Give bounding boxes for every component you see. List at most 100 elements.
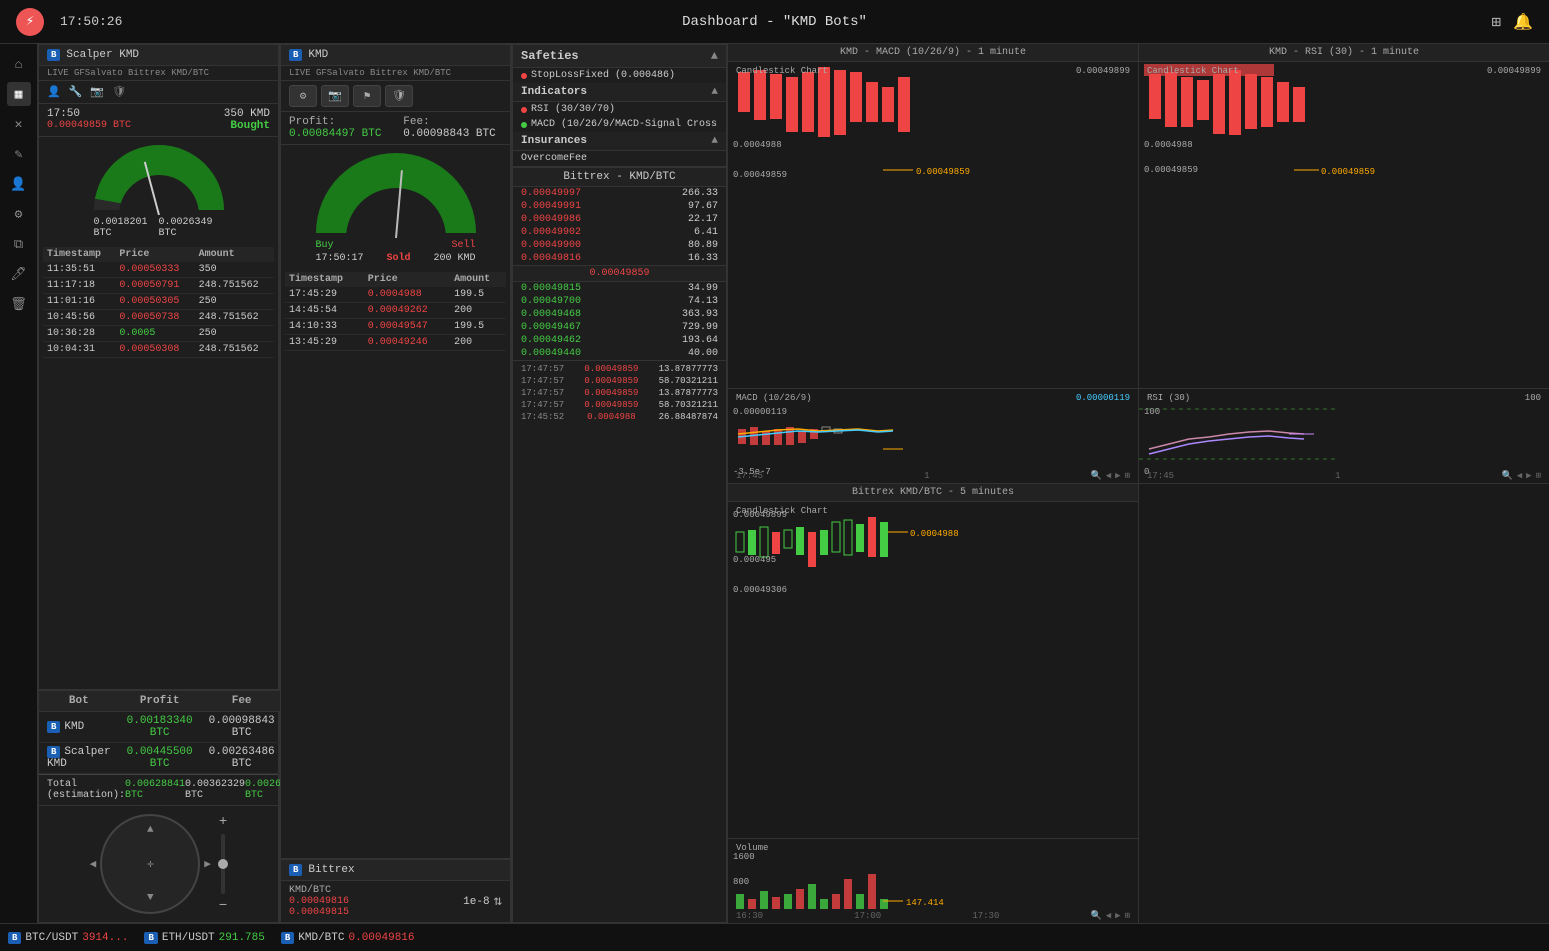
kmd-trade-amount: 200 KMD [433, 253, 475, 264]
indicators-title: Indicators [521, 86, 587, 98]
safeties-collapse-icon[interactable]: ▲ [711, 49, 718, 63]
macd-expand-icon[interactable]: ⊞ [1125, 471, 1130, 481]
gauge-left: 0.0018201 BTC [94, 217, 159, 239]
insurances-title: Insurances [521, 135, 587, 147]
list-item: 17:47:570.0004985913.87877773 [513, 387, 726, 399]
insurances-header: Insurances ▲ [513, 132, 726, 151]
safeties-panel: Safeties ▲ StopLossFixed (0.000486) Indi… [512, 44, 727, 167]
table-row: 17:45:290.0004988199.5 [285, 287, 506, 303]
insurance-item-1: OvercomeFee [513, 151, 726, 166]
notification-icon[interactable]: 🔔 [1513, 12, 1533, 32]
svg-text:0.00000119: 0.00000119 [733, 407, 787, 417]
rsi-zoom-icon[interactable]: 🔍 [1502, 471, 1513, 481]
kmd-col-timestamp: Timestamp [285, 272, 364, 287]
sidebar-icon-settings[interactable]: ⚙ [7, 202, 31, 226]
scalper-badge: B [47, 49, 60, 61]
orderbook-title: Bittrex - KMD/BTC [513, 168, 726, 187]
kmd-trade-time: 17:50:17 [316, 253, 364, 264]
macd-next-icon[interactable]: ▶ [1115, 471, 1120, 481]
toolbar-wrench-icon[interactable]: 🔧 [69, 85, 83, 99]
sidebar-icon-home[interactable]: ⌂ [7, 52, 31, 76]
nav-circle: ▲ ✛ ▼ [100, 814, 200, 914]
rsi-candle-svg: 0.0004988 0.00049859 0.00049859 [1139, 62, 1549, 388]
zoom-control: + − [219, 814, 227, 914]
macd-candle-area: Candlestick Chart 0.00049899 0 [728, 62, 1138, 388]
btc-zoom-icon[interactable]: 🔍 [1091, 911, 1102, 921]
insurances-collapse-icon[interactable]: ▲ [711, 135, 718, 147]
rsi-expand-icon[interactable]: ⊞ [1536, 471, 1541, 481]
list-item: 0.00049468363.93 [513, 308, 726, 321]
fee-value: 0.00098843 BTC [403, 128, 495, 140]
status-badge-1: B [8, 932, 21, 944]
indicator-label-2: MACD (10/26/9/MACD-Signal Cross [531, 119, 717, 130]
sidebar-icon-edit[interactable]: ✎ [7, 142, 31, 166]
list-item: 0.000499026.41 [513, 226, 726, 239]
scalper-panel: B Scalper KMD LIVE GFSalvato Bittrex KMD… [38, 44, 279, 690]
rsi-candle-label: Candlestick Chart [1147, 66, 1239, 76]
sidebar-icon-delete[interactable]: 🗑 [7, 292, 31, 316]
svg-text:0.0004988: 0.0004988 [733, 140, 782, 150]
status-kmdbtc-label: KMD/BTC [298, 932, 344, 944]
nav-up-icon[interactable]: ▲ [147, 824, 154, 836]
topbar: ⚡ 17:50:26 Dashboard - "KMD Bots" ⊞ 🔔 [0, 0, 1549, 44]
tick-icon[interactable]: ⇅ [494, 893, 502, 910]
zoom-out-icon[interactable]: − [219, 898, 227, 914]
sidebar-icon-pen[interactable]: 🖊 [7, 262, 31, 286]
table-row: 10:04:310.00050308248.751562 [43, 342, 274, 358]
indicators-collapse-icon[interactable]: ▲ [711, 86, 718, 98]
kmd-toolbar[interactable]: ⚙ 📷 ⚑ 🛡 [281, 81, 510, 112]
btc-prev-icon[interactable]: ◀ [1106, 911, 1111, 921]
safety-label-1: StopLossFixed (0.000486) [531, 70, 675, 81]
rsi-candle-area: Candlestick Chart 0.00049899 [1139, 62, 1549, 388]
indicator-dot-2 [521, 122, 527, 128]
macd-prev-icon[interactable]: ◀ [1106, 471, 1111, 481]
kmd-btn-4[interactable]: 🛡 [385, 85, 413, 107]
fee-label: Fee: [403, 116, 429, 128]
toolbar-person-icon[interactable]: 👤 [47, 85, 61, 99]
rsi-indicator-title: RSI (30) [1147, 393, 1190, 403]
zoom-in-icon[interactable]: + [219, 814, 227, 830]
btc-5min-chart: Bittrex KMD/BTC - 5 minutes Candlestick … [728, 484, 1138, 923]
nav-left-icon[interactable]: ◀ [90, 857, 97, 871]
insurance-label-1: OvercomeFee [521, 153, 587, 164]
exchange-info: KMD/BTC 0.00049816 0.00049815 1e-8 ⇅ [281, 881, 510, 922]
rsi-price-high: 0.00049899 [1487, 66, 1541, 76]
nav-center-icon[interactable]: ✛ [147, 857, 154, 871]
macd-time-labels: 17:45 1 🔍 ◀ ▶ ⊞ [728, 471, 1138, 481]
svg-text:0.000495: 0.000495 [733, 555, 776, 565]
sidebar: ⌂ ▦ ✕ ✎ 👤 ⚙ ⧉ 🖊 🗑 [0, 44, 38, 923]
macd-zoom-icon[interactable]: 🔍 [1091, 471, 1102, 481]
toolbar-shield-icon[interactable]: 🛡 [112, 85, 126, 99]
kmd-btn-3[interactable]: ⚑ [353, 85, 381, 107]
svg-text:800: 800 [733, 877, 749, 887]
sidebar-icon-person[interactable]: 👤 [7, 172, 31, 196]
zoom-slider-thumb[interactable] [218, 859, 228, 869]
rsi-indicator-area: RSI (30) 100 0 100 17:45 1 [1139, 388, 1549, 483]
btc-next-icon[interactable]: ▶ [1115, 911, 1120, 921]
safety-item-1: StopLossFixed (0.000486) [513, 68, 726, 83]
sidebar-icon-dashboard[interactable]: ▦ [7, 82, 31, 106]
scalper-header: B Scalper KMD [39, 45, 278, 66]
volume-title: Volume [736, 843, 768, 853]
rsi-next-icon[interactable]: ▶ [1526, 471, 1531, 481]
sidebar-icon-copy[interactable]: ⧉ [7, 232, 31, 256]
layout-icon[interactable]: ⊞ [1491, 12, 1501, 32]
col-timestamp: Timestamp [43, 247, 115, 262]
scalper-time: 17:50 [47, 108, 131, 120]
btc-expand-icon[interactable]: ⊞ [1125, 911, 1130, 921]
kmd-gauge-area: Buy Sell 17:50:17 Sold 200 KMD [281, 145, 510, 272]
bots-total-row: Total (estimation): 0.00628841 BTC 0.003… [39, 774, 278, 805]
list-item: 17:47:570.0004985913.87877773 [513, 363, 726, 375]
kmd-trade-status: Sold [386, 253, 410, 264]
sidebar-icon-tools[interactable]: ✕ [7, 112, 31, 136]
toolbar-camera-icon[interactable]: 📷 [90, 85, 104, 99]
kmd-btn-2[interactable]: 📷 [321, 85, 349, 107]
status-badge-3: B [281, 932, 294, 944]
rsi-prev-icon[interactable]: ◀ [1517, 471, 1522, 481]
app-logo: ⚡ [16, 8, 44, 36]
indicator-item-2: MACD (10/26/9/MACD-Signal Cross [513, 117, 726, 132]
nav-right-icon[interactable]: ▶ [204, 857, 211, 871]
svg-text:0.0004988: 0.0004988 [1144, 140, 1193, 150]
kmd-btn-1[interactable]: ⚙ [289, 85, 317, 107]
nav-down-icon[interactable]: ▼ [147, 892, 154, 904]
